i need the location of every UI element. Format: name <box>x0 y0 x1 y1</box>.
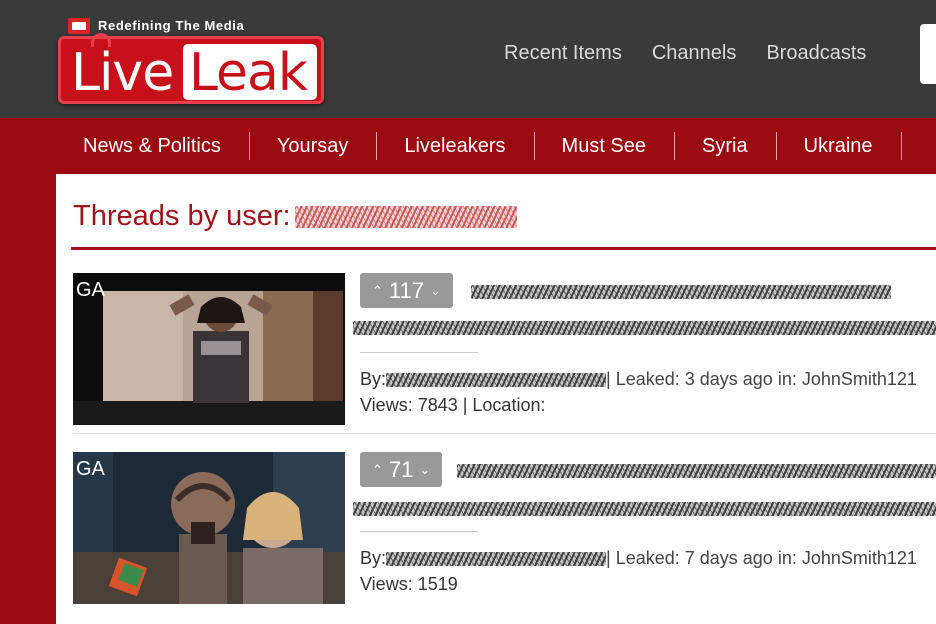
thumbnail-image <box>73 273 345 425</box>
category-liveleakers[interactable]: Liveleakers <box>377 132 535 160</box>
top-nav: Recent Items Channels Broadcasts <box>504 42 866 65</box>
redacted-description <box>353 321 936 335</box>
liveleak-logo[interactable]: Redefining The Media Live Leak <box>56 14 324 106</box>
vote-widget: ⌃ 71 ⌄ <box>360 452 443 487</box>
item-views-line: Views: 7843 | Location: <box>360 395 546 415</box>
vote-count: 117 <box>388 277 424 303</box>
redacted-title <box>471 285 891 299</box>
video-thumbnail[interactable]: GA <box>73 273 345 425</box>
search-box[interactable] <box>920 24 936 84</box>
logo-leak-text: Leak <box>189 43 308 103</box>
thumbnail-label: GA <box>76 279 105 301</box>
thumbnail-image <box>73 452 345 604</box>
redacted-author <box>386 373 607 388</box>
main-content: Threads by user: GA ⌃ 117 ⌄ By: | Leaked… <box>56 174 936 624</box>
page-title-text: Threads by user: <box>73 200 291 232</box>
thread-item: GA ⌃ 117 ⌄ By: | Leaked: 3 days ago in: J… <box>73 273 936 434</box>
leaked-info: | Leaked: 7 days ago in: JohnSmith121 <box>606 548 917 568</box>
title-divider <box>71 247 936 250</box>
item-separator <box>73 433 936 434</box>
nav-broadcasts[interactable]: Broadcasts <box>766 42 866 65</box>
redacted-username <box>294 206 517 229</box>
nav-recent-items[interactable]: Recent Items <box>504 42 622 65</box>
category-must-see[interactable]: Must See <box>535 132 676 160</box>
leaked-info: | Leaked: 3 days ago in: JohnSmith121 <box>606 369 917 389</box>
nav-channels[interactable]: Channels <box>652 42 737 65</box>
logo-box: Live Leak <box>58 33 324 104</box>
upvote-icon[interactable]: ⌃ <box>372 462 383 478</box>
item-meta-line: By: | Leaked: 3 days ago in: JohnSmith121 <box>360 369 917 390</box>
item-divider <box>360 531 478 532</box>
video-thumbnail[interactable]: GA <box>73 452 345 604</box>
redacted-author <box>386 552 607 567</box>
site-header: Redefining The Media Live Leak Recent It… <box>0 0 936 118</box>
item-views-line: Views: 1519 <box>360 574 458 594</box>
logo-live-text: Live <box>71 43 174 103</box>
upvote-icon[interactable]: ⌃ <box>372 283 383 299</box>
vote-count: 71 <box>388 456 414 482</box>
tv-icon <box>68 18 90 34</box>
thread-item: GA ⌃ 71 ⌄ By: | Leaked: 7 days ago in: Jo… <box>73 452 936 612</box>
thumbnail-label: GA <box>76 458 105 480</box>
by-label: By: <box>360 369 387 389</box>
vote-widget: ⌃ 117 ⌄ <box>360 273 453 308</box>
item-meta-line: By: | Leaked: 7 days ago in: JohnSmith121 <box>360 548 917 569</box>
category-yoursay[interactable]: Yoursay <box>250 132 378 160</box>
category-syria[interactable]: Syria <box>675 132 777 160</box>
downvote-icon[interactable]: ⌄ <box>430 283 441 299</box>
category-ukraine[interactable]: Ukraine <box>777 132 902 160</box>
tagline: Redefining The Media <box>98 18 245 33</box>
category-nav: News & Politics Yoursay Liveleakers Must… <box>0 118 936 174</box>
item-divider <box>360 352 478 353</box>
redacted-title <box>457 464 936 478</box>
by-label: By: <box>360 548 387 568</box>
redacted-description <box>353 502 936 516</box>
category-news-politics[interactable]: News & Politics <box>56 132 250 160</box>
downvote-icon[interactable]: ⌄ <box>419 462 430 478</box>
page-title: Threads by user: <box>73 200 517 233</box>
